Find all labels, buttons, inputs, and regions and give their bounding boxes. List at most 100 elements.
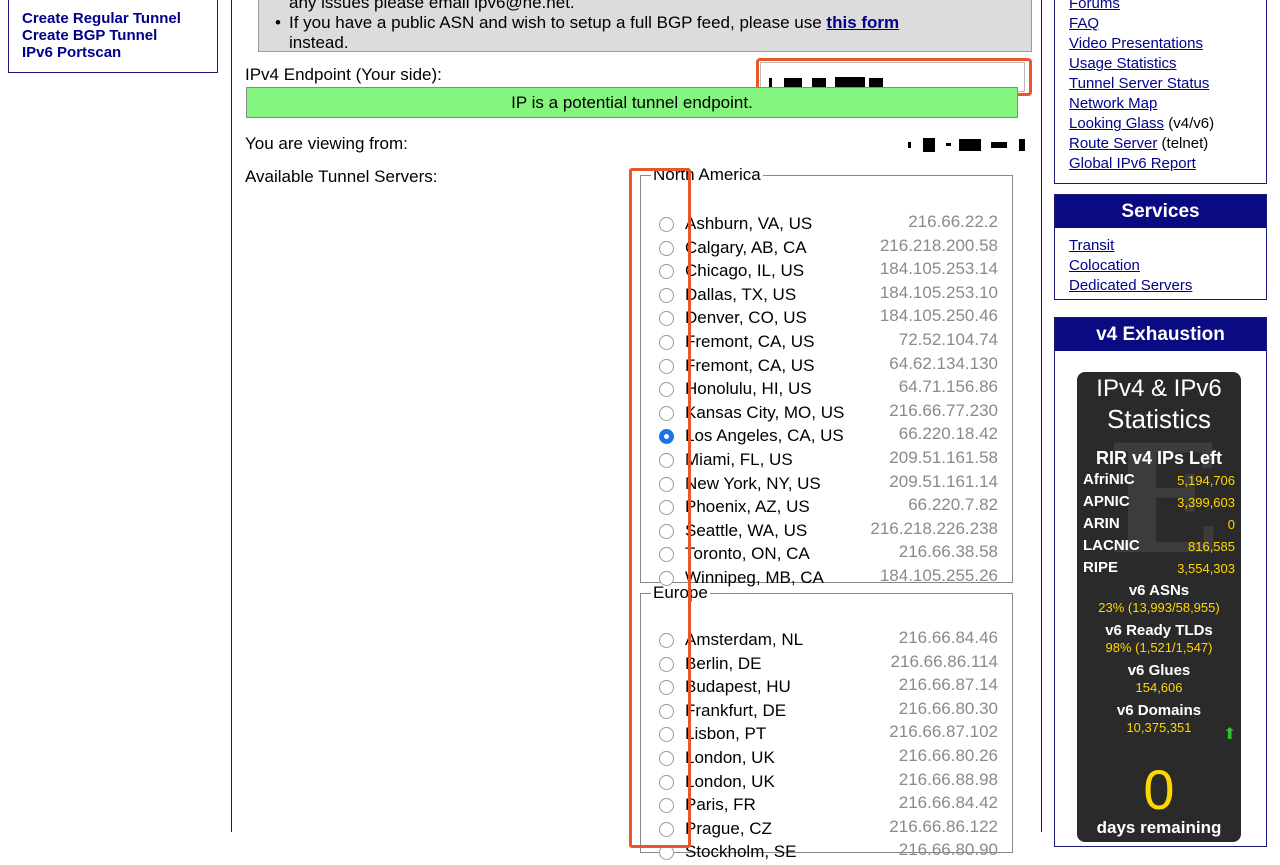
tunnel-server-option[interactable]: Kansas City, MO, US 216.66.77.230 — [641, 400, 1012, 426]
tunnel-server-option[interactable]: Berlin, DE 216.66.86.114 — [641, 652, 1012, 677]
tunnel-server-option[interactable]: Miami, FL, US 209.51.161.58 — [641, 448, 1012, 473]
radio-button[interactable] — [659, 727, 674, 743]
rir-row: RIPE 3,554,303 — [1083, 559, 1235, 579]
server-ip: 216.66.88.98 — [898, 769, 998, 789]
rir-name: LACNIC — [1083, 537, 1140, 554]
radio-button[interactable] — [659, 751, 674, 766]
radio-button[interactable] — [659, 429, 674, 445]
create-bgp-tunnel-link[interactable]: Create BGP Tunnel — [22, 27, 217, 44]
server-city: Stockholm, SE — [685, 842, 797, 862]
radio-button[interactable] — [659, 656, 674, 672]
radio-button[interactable] — [659, 774, 674, 790]
tunnel-server-option[interactable]: Los Angeles, CA, US 66.220.18.42 — [641, 424, 1012, 449]
tunnel-server-option[interactable]: Frankfurt, DE 216.66.80.30 — [641, 699, 1012, 724]
tunnel-server-option[interactable]: Stockholm, SE 216.66.80.90 — [641, 840, 1012, 865]
tunnel-server-option[interactable]: Paris, FR 216.66.84.42 — [641, 793, 1012, 818]
ipv6-statistics-widget[interactable]: E IPv4 & IPv6 Statistics RIR v4 IPs Left… — [1077, 372, 1241, 842]
v4-exhaustion-heading: v4 Exhaustion — [1055, 318, 1266, 351]
create-regular-tunnel-link[interactable]: Create Regular Tunnel — [22, 10, 217, 27]
radio-button[interactable] — [659, 703, 674, 719]
days-remaining-label: days remaining — [1096, 818, 1222, 837]
tunnel-server-option[interactable]: Chicago, IL, US 184.105.253.14 — [641, 259, 1012, 284]
tunnel-server-option[interactable]: Toronto, ON, CA 216.66.38.58 — [641, 542, 1012, 567]
radio-button[interactable] — [659, 358, 674, 374]
radio-button[interactable] — [659, 798, 674, 814]
server-city: Toronto, ON, CA — [685, 544, 810, 564]
server-city: Denver, CO, US — [685, 308, 807, 328]
radio-button[interactable] — [659, 287, 674, 303]
region-europe: Europe Amsterdam, NL 216.66.84.46 Berlin, … — [640, 583, 1013, 861]
server-ip: 216.66.84.46 — [898, 628, 998, 647]
server-city: Lisbon, PT — [685, 724, 767, 744]
radio-button[interactable] — [659, 311, 674, 327]
server-ip: 216.66.22.2 — [908, 212, 998, 231]
rir-name: APNIC — [1083, 493, 1130, 510]
endpoint-label: IPv4 Endpoint (Your side): — [245, 65, 442, 84]
tunnel-server-option[interactable]: Amsterdam, NL 216.66.84.46 — [641, 628, 1012, 653]
server-city: Fremont, CA, US — [685, 355, 815, 375]
rir-value: 3,399,603 — [1177, 495, 1235, 510]
radio-button[interactable] — [659, 217, 674, 232]
tunnel-server-option[interactable]: London, UK 216.66.80.26 — [641, 746, 1012, 771]
tunnel-server-option[interactable]: Fremont, CA, US 72.52.104.74 — [641, 330, 1012, 355]
radio-button[interactable] — [659, 405, 674, 421]
rir-row: LACNIC 816,585 — [1083, 537, 1235, 557]
tunnel-server-option[interactable]: Honolulu, HI, US 64.71.156.86 — [641, 377, 1012, 402]
notice-bgp-line: • If you have a public ASN and wish to se… — [275, 13, 1031, 33]
tunnel-server-option[interactable]: New York, NY, US 209.51.161.14 — [641, 471, 1012, 497]
viewing-from-value-redacted — [908, 134, 1025, 154]
radio-button[interactable] — [659, 264, 674, 280]
radio-button[interactable] — [659, 453, 674, 468]
radio-button[interactable] — [659, 382, 674, 398]
server-ip: 216.66.77.230 — [889, 400, 998, 420]
server-city: Prague, CZ — [685, 818, 772, 838]
radio-button[interactable] — [659, 633, 674, 648]
tunnel-server-option[interactable]: Phoenix, AZ, US 66.220.7.82 — [641, 495, 1012, 520]
bgp-form-link[interactable]: this form — [826, 13, 899, 32]
radio-button[interactable] — [659, 547, 674, 563]
notice-line: instead. — [289, 33, 349, 52]
server-ip: 216.218.200.58 — [879, 235, 998, 255]
radio-button[interactable] — [659, 680, 674, 696]
server-city: Miami, FL, US — [685, 450, 793, 469]
services-link-dedicated-servers[interactable]: Dedicated Servers — [1069, 276, 1192, 296]
services-link-transit[interactable]: Transit — [1069, 236, 1192, 256]
tunnel-server-option[interactable]: London, UK 216.66.88.98 — [641, 769, 1012, 795]
server-city: Chicago, IL, US — [685, 261, 805, 281]
server-city: London, UK — [685, 748, 775, 767]
rir-name: ARIN — [1083, 515, 1120, 532]
server-city: Fremont, CA, US — [685, 332, 815, 351]
notice-line: any issues please email ipv6@he.net. — [289, 0, 575, 12]
server-ip: 216.66.80.26 — [898, 746, 998, 765]
server-city: Ashburn, VA, US — [685, 214, 813, 233]
server-city: Honolulu, HI, US — [685, 379, 812, 399]
server-ip: 209.51.161.14 — [889, 471, 998, 491]
tunnel-server-option[interactable]: Seattle, WA, US 216.218.226.238 — [641, 519, 1012, 544]
radio-button[interactable] — [659, 240, 674, 256]
rir-row: AfriNIC 5,194,706 — [1083, 471, 1235, 491]
tunnel-server-option[interactable]: Fremont, CA, US 64.62.134.130 — [641, 354, 1012, 379]
v6-asns-value: 23% (13,993/58,955) — [1098, 600, 1220, 615]
viewing-from-label: You are viewing from: — [245, 134, 408, 153]
radio-button[interactable] — [659, 500, 674, 516]
rir-value: 0 — [1227, 517, 1235, 532]
radio-button[interactable] — [659, 335, 674, 350]
radio-button[interactable] — [659, 821, 674, 837]
radio-button[interactable] — [659, 523, 674, 539]
tunnel-server-option[interactable]: Denver, CO, US 184.105.250.46 — [641, 306, 1012, 331]
server-ip: 184.105.253.14 — [879, 259, 998, 279]
server-ip: 72.52.104.74 — [898, 330, 998, 349]
page-divider-right — [1041, 0, 1042, 832]
tunnel-server-option[interactable]: Budapest, HU 216.66.87.14 — [641, 675, 1012, 700]
ipv6-portscan-link[interactable]: IPv6 Portscan — [22, 44, 217, 61]
rir-heading: RIR v4 IPs Left — [1095, 448, 1223, 468]
tunnel-server-option[interactable]: Lisbon, PT 216.66.87.102 — [641, 722, 1012, 747]
radio-button[interactable] — [659, 476, 674, 492]
tunnel-server-option[interactable]: Calgary, AB, CA 216.218.200.58 — [641, 235, 1012, 261]
rir-row: APNIC 3,399,603 — [1083, 493, 1235, 513]
tunnel-server-option[interactable]: Dallas, TX, US 184.105.253.10 — [641, 283, 1012, 308]
services-link-colocation[interactable]: Colocation — [1069, 256, 1192, 276]
tunnel-server-option[interactable]: Ashburn, VA, US 216.66.22.2 — [641, 212, 1012, 237]
tunnel-server-option[interactable]: Prague, CZ 216.66.86.122 — [641, 817, 1012, 842]
radio-button[interactable] — [659, 845, 674, 861]
